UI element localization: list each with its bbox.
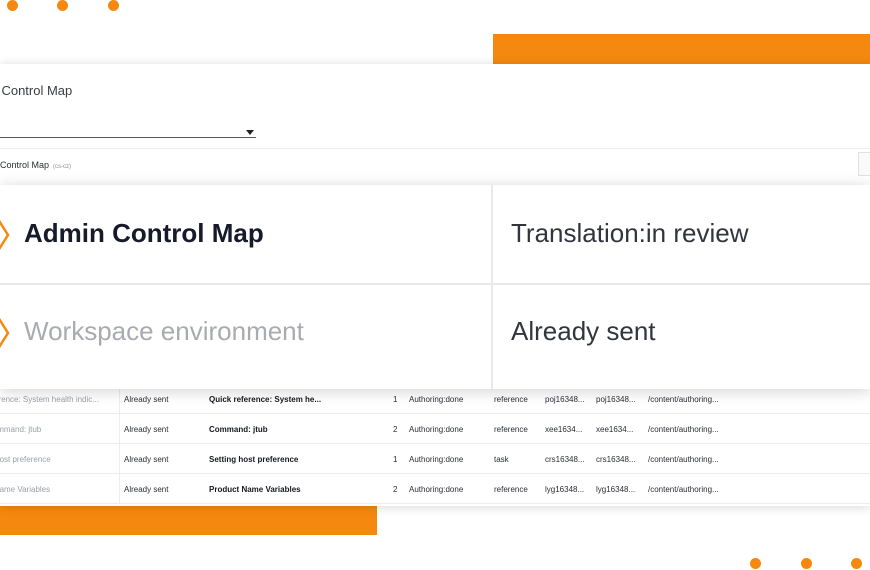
chevron-right-icon: [0, 219, 10, 251]
cell-path: /content/authoring...: [648, 455, 719, 464]
column-divider: [119, 444, 120, 474]
cell-number: 1: [393, 395, 398, 404]
cell-state: Authoring:done: [409, 455, 464, 464]
cell-state: Authoring:done: [409, 485, 464, 494]
cell-id: xee1634...: [545, 425, 583, 434]
breadcrumb-bar: Admin Control Map(cs-cz): [0, 148, 870, 179]
cell-state: Authoring:done: [409, 395, 464, 404]
column-divider: [119, 474, 120, 504]
cell-status: Already sent: [124, 425, 169, 434]
column-divider: [119, 414, 120, 444]
cell-id: crs16348...: [596, 455, 636, 464]
map-select[interactable]: [0, 113, 256, 138]
sent-status: Already sent: [511, 316, 656, 346]
cell-number: 2: [393, 485, 398, 494]
cell-status: Already sent: [124, 485, 169, 494]
table-row[interactable]: Command: jtub Already sent Command: jtub…: [0, 414, 870, 444]
cell-type: task: [494, 455, 509, 464]
decor-dot: [7, 0, 18, 11]
cell-id: lyg16348...: [596, 485, 636, 494]
window-title: Admin Control Map: [0, 83, 73, 98]
decor-dot: [750, 558, 761, 569]
breadcrumb[interactable]: Admin Control Map(cs-cz): [0, 160, 71, 170]
map-summary-card: Admin Control Map Translation:in review …: [0, 185, 870, 389]
translation-status: Translation:in review: [511, 218, 749, 248]
cell-type: reference: [494, 395, 528, 404]
cell-id: poj16348...: [596, 395, 636, 404]
cell-title[interactable]: Command: jtub: [209, 425, 268, 434]
decor-dot: [108, 0, 119, 11]
cell-id: poj16348...: [545, 395, 585, 404]
cell-type: reference: [494, 425, 528, 434]
decor-dot: [801, 558, 812, 569]
card-divider: [0, 283, 870, 285]
cell-path: /content/authoring...: [648, 425, 719, 434]
decor-dot: [851, 558, 862, 569]
breadcrumb-locale: (cs-cz): [53, 164, 72, 170]
cell-path: /content/authoring...: [648, 485, 719, 494]
chevron-right-icon: [0, 317, 10, 349]
cell-source: Product Name Variables: [0, 485, 51, 494]
cell-path: /content/authoring...: [648, 395, 719, 404]
cell-source: Setting host preference: [0, 455, 51, 464]
cell-status: Already sent: [124, 395, 169, 404]
cell-status: Already sent: [124, 455, 169, 464]
decor-dot: [57, 0, 68, 11]
dropdown-caret-icon[interactable]: [246, 130, 254, 135]
card-divider: [491, 185, 493, 389]
cell-number: 2: [393, 425, 398, 434]
breadcrumb-action[interactable]: [858, 152, 870, 176]
cell-number: 1: [393, 455, 398, 464]
cell-type: reference: [494, 485, 528, 494]
table-row[interactable]: Setting host preference Already sent Set…: [0, 444, 870, 474]
cell-id: lyg16348...: [545, 485, 585, 494]
decor-bar-top: [493, 34, 870, 68]
cell-title[interactable]: Quick reference: System he...: [209, 395, 321, 404]
cell-id: xee1634...: [596, 425, 634, 434]
cell-source: Quick reference: System health indic...: [0, 395, 99, 404]
cell-title[interactable]: Setting host preference: [209, 455, 298, 464]
cell-source: Command: jtub: [0, 425, 42, 434]
cell-id: crs16348...: [545, 455, 585, 464]
map-name: Admin Control Map: [24, 218, 264, 248]
cell-state: Authoring:done: [409, 425, 464, 434]
breadcrumb-label: Admin Control Map: [0, 160, 50, 170]
cell-title[interactable]: Product Name Variables: [209, 485, 301, 494]
table-row[interactable]: Product Name Variables Already sent Prod…: [0, 474, 870, 504]
workspace-environment: Workspace environment: [24, 316, 304, 346]
